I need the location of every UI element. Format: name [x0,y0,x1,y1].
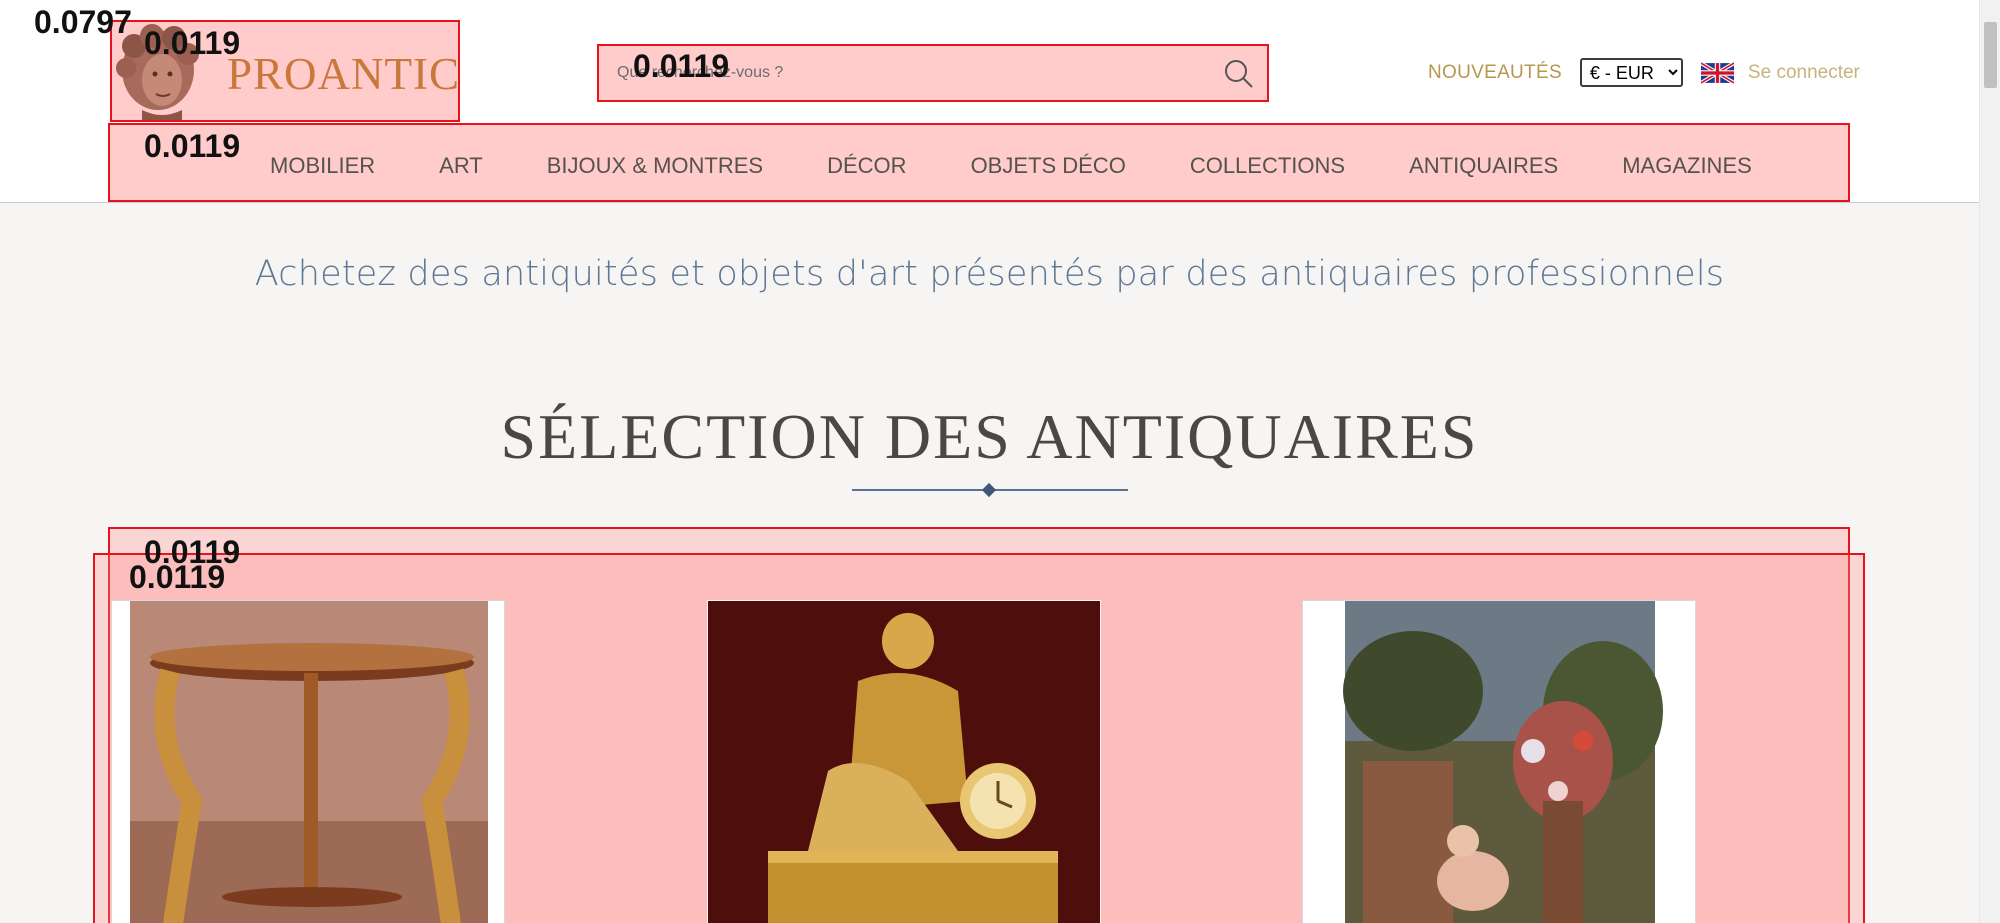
search-button[interactable] [1219,54,1259,94]
header-actions: NOUVEAUTÉS € - EUR Se connecter [1428,58,1860,87]
overlay-label-nav: 0.0119 [144,128,241,164]
divider-diamond-icon [981,482,997,498]
nav-item-bijoux-montres[interactable]: BIJOUX & MONTRES [547,153,763,179]
product-image-side-table [130,601,488,923]
uk-flag-icon[interactable] [1700,60,1734,85]
product-card[interactable] [111,600,505,923]
main-nav: MOBILIER ART BIJOUX & MONTRES DÉCOR OBJE… [108,123,1850,202]
section-title: SÉLECTION DES ANTIQUAIRES [500,401,1479,472]
site-header: PROANTIC NOUVEAUTÉS € - EUR Se connecter [0,0,1979,203]
overlay-label-page: 0.0797 [34,4,132,40]
nav-item-magazines[interactable]: MAGAZINES [1622,153,1752,179]
overlay-label-search: 0.0119 [633,48,730,84]
overlay-label-selection-inner: 0.0119 [129,559,226,595]
nav-item-collections[interactable]: COLLECTIONS [1190,153,1345,179]
tagline: Achetez des antiquités et objets d'art p… [254,254,1725,294]
nav-item-art[interactable]: ART [439,153,483,179]
scrollbar-thumb[interactable] [1984,22,1997,88]
product-card[interactable] [1302,600,1696,923]
login-link[interactable]: Se connecter [1748,62,1860,84]
nav-item-mobilier[interactable]: MOBILIER [270,153,375,179]
nav-item-objets-deco[interactable]: OBJETS DÉCO [971,153,1126,179]
product-card[interactable] [707,600,1101,923]
product-image-gilt-clock [708,601,1100,923]
page-scrollbar[interactable] [1979,0,2000,923]
search-icon [1225,60,1253,88]
new-arrivals-link[interactable]: NOUVEAUTÉS [1428,62,1562,84]
nav-item-decor[interactable]: DÉCOR [827,153,906,179]
nav-item-antiquaires[interactable]: ANTIQUAIRES [1409,153,1558,179]
product-image-painting [1343,601,1663,923]
overlay-label-logo: 0.0119 [144,25,241,61]
currency-select[interactable]: € - EUR [1579,58,1683,87]
logo-text: PROANTIC [227,49,461,99]
